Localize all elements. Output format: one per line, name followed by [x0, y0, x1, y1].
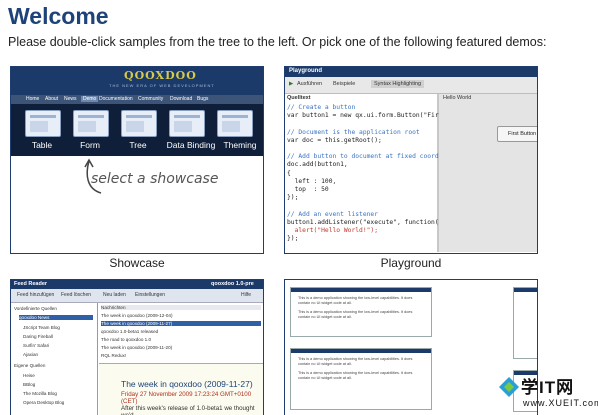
- article-body: After this week's release of 1.0-beta1 w…: [121, 405, 255, 415]
- syntax-highlighting-toggle: Syntax Highlighting: [371, 80, 425, 88]
- showcase-demo-thumbnail[interactable]: QOOXDOO THE NEW ERA OF WEB DEVELOPMENT H…: [10, 66, 264, 254]
- tree-item: Ajaxian: [23, 352, 39, 357]
- showcase-nav: Home About News Demo Documentation Commu…: [11, 95, 263, 104]
- playground-caption[interactable]: Playground: [284, 256, 538, 270]
- article-pane: The week in qooxdoo (2009-11-27) Friday …: [99, 363, 263, 415]
- tile-table-label: Table: [31, 140, 53, 150]
- watermark-logo-icon: [499, 377, 519, 397]
- settings-button: Einstellungen: [135, 292, 166, 298]
- reload-button: Neu laden: [103, 292, 126, 298]
- list-item: The week in qooxdoo (2009-11-20): [101, 345, 173, 350]
- nav-community: Community: [138, 96, 164, 102]
- watermark-url: www.XUEIT.com: [523, 398, 598, 408]
- nav-about: About: [45, 96, 59, 102]
- add-feed-button: Feed hinzufügen: [17, 292, 55, 298]
- news-list-header: Nachrichten: [101, 305, 261, 310]
- playground-window-title: Playground: [289, 68, 323, 74]
- doc-panel-text: This is a demo application showing the l…: [298, 357, 413, 366]
- feed-tree: Vordefinierte Quellen qooxdoo News JScri…: [11, 303, 98, 415]
- tree-folder-custom: Eigene Quellen: [14, 363, 46, 368]
- code-editor: Quelltext // Create a button var button1…: [285, 94, 446, 252]
- nav-demo: Demo: [81, 96, 99, 102]
- examples-button: Beispiele: [333, 81, 356, 87]
- nav-documentation: Documentation: [99, 96, 133, 102]
- tile-table-preview: [25, 110, 61, 137]
- tree-item: Surfin' Safari: [23, 343, 50, 348]
- output-pane-label: Hello World: [443, 95, 472, 101]
- doc-panel: This is a demo application showing the l…: [290, 348, 432, 410]
- feedreader-brand: qooxdoo 1.0-pre: [211, 281, 254, 287]
- article-title: The week in qooxdoo (2009-11-27): [121, 379, 253, 389]
- select-a-showcase-handwriting: select a showcase: [91, 171, 219, 187]
- tile-theming-preview: [217, 110, 253, 137]
- nav-download: Download: [170, 96, 193, 102]
- doc-panel: This is a demo application showing the l…: [290, 287, 432, 337]
- tile-theming-label: Theming: [223, 140, 257, 150]
- first-button-label: First Button: [508, 131, 537, 137]
- tree-item: JScript Team Blog: [23, 325, 60, 330]
- doc-panel-text: This is a demo application showing the l…: [298, 310, 413, 319]
- tile-databinding-preview: [169, 110, 205, 137]
- doc-panel-text: This is a demo application showing the l…: [298, 296, 413, 305]
- tile-tree-label: Tree: [129, 140, 147, 150]
- feedreader-title: Feed Reader: [14, 281, 48, 287]
- list-item: The week in qooxdoo (2009-12-04): [101, 313, 173, 318]
- nav-bugs: Bugs: [197, 96, 209, 102]
- playground-titlebar: Playground: [285, 67, 537, 77]
- tile-tree-preview: [121, 110, 157, 137]
- feedreader-toolbar: Feed hinzufügen Feed löschen Neu laden E…: [11, 289, 263, 303]
- showcase-header: QOOXDOO THE NEW ERA OF WEB DEVELOPMENT: [11, 67, 263, 95]
- list-item: The road to qooxdoo 1.0: [101, 337, 152, 342]
- list-item-selected: The week in qooxdoo (2009-11-27): [101, 321, 261, 326]
- list-item: RQL Redux!: [101, 353, 127, 358]
- tree-item: BBlog: [23, 382, 36, 387]
- tile-form-label: Form: [80, 140, 100, 150]
- doc-panel-text: This is a demo application showing the l…: [298, 371, 413, 380]
- code-editor-label: Quelltext: [287, 95, 311, 101]
- tree-folder-predefined: Vordefinierte Quellen: [14, 306, 57, 311]
- article-date: Friday 27 November 2009 17:23:24 GMT+010…: [121, 391, 252, 405]
- list-item: qooxdoo 1.0-beta1 released: [101, 329, 159, 334]
- output-pane: Hello World First Button: [439, 94, 537, 252]
- intro-text: Please double-click samples from the tre…: [8, 35, 547, 49]
- tagline: THE NEW ERA OF WEB DEVELOPMENT: [109, 83, 215, 88]
- play-icon: ▶: [289, 81, 294, 87]
- tile-databinding-label: Data Binding: [166, 140, 216, 150]
- qooxdoo-logo: QOOXDOO: [124, 69, 197, 82]
- watermark-text: 学IT网: [521, 378, 575, 397]
- help-button: Hilfe: [241, 292, 252, 298]
- nav-home: Home: [26, 96, 40, 102]
- tree-item: Daring Fireball: [23, 334, 53, 339]
- run-button: Ausführen: [297, 81, 323, 87]
- feedreader-titlebar: Feed Reader qooxdoo 1.0-pre: [11, 280, 263, 289]
- tree-item: The Mozilla Blog: [23, 391, 57, 396]
- site-watermark: 学IT网 www.XUEIT.com: [497, 371, 598, 415]
- delete-feed-button: Feed löschen: [61, 292, 92, 298]
- code-lines: // Create a button var button1 = new qx.…: [287, 104, 447, 243]
- doc-side-panel: [513, 287, 537, 359]
- playground-toolbar: ▶ Ausführen Beispiele Syntax Highlightin…: [285, 77, 537, 94]
- news-list: Nachrichten The week in qooxdoo (2009-12…: [99, 303, 263, 363]
- page-title: Welcome: [8, 3, 109, 29]
- feedreader-demo-thumbnail[interactable]: Feed Reader qooxdoo 1.0-pre Feed hinzufü…: [10, 279, 264, 415]
- nav-news: News: [64, 96, 77, 102]
- showcase-caption[interactable]: Showcase: [10, 256, 264, 270]
- tree-item-qooxdoo-news: qooxdoo News: [19, 315, 93, 320]
- tile-form-preview: [73, 110, 109, 137]
- tree-item: Opera Desktop Blog: [23, 400, 65, 405]
- showcase-tiles-bar: Table Form Tree Data Binding Theming: [11, 104, 263, 156]
- first-button-preview: First Button: [497, 126, 537, 142]
- playground-demo-thumbnail[interactable]: Playground ▶ Ausführen Beispiele Syntax …: [284, 66, 538, 254]
- tree-item: Heise: [23, 373, 35, 378]
